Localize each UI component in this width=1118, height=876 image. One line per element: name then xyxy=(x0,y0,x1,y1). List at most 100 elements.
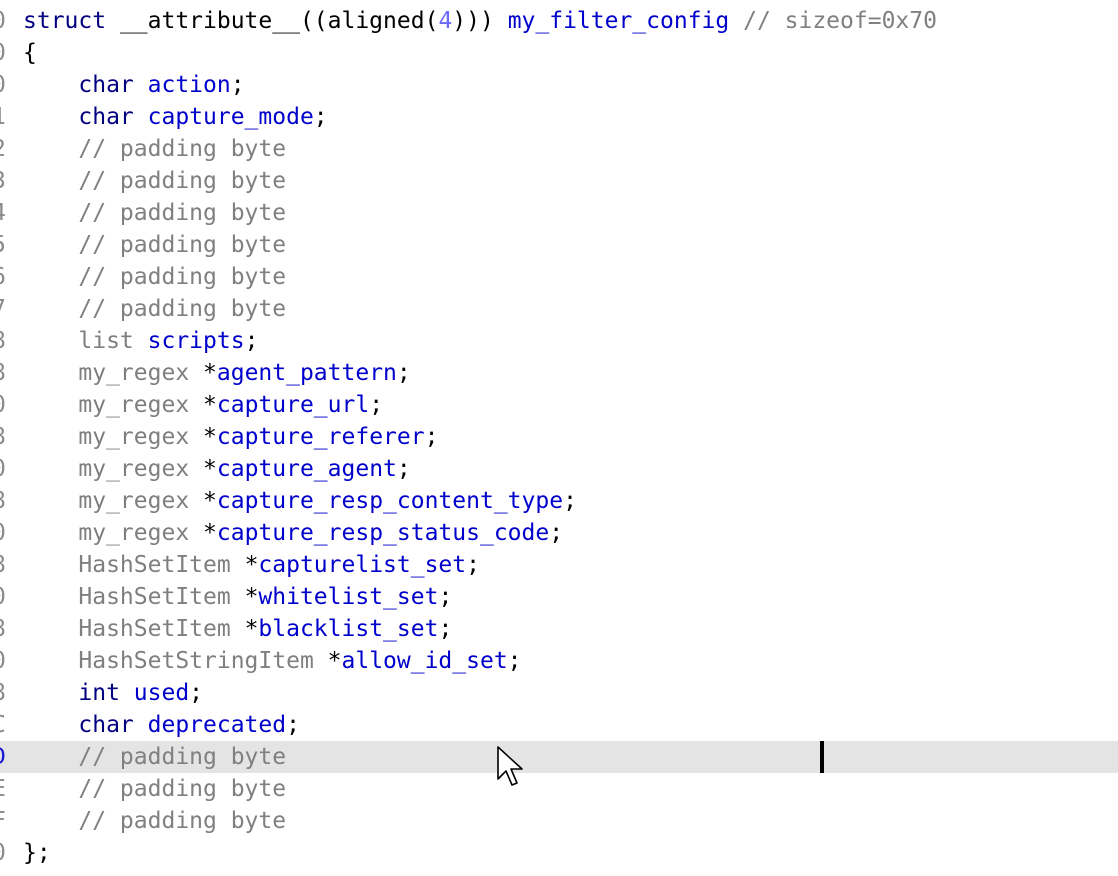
line-address-label: 0 xyxy=(0,645,6,677)
code-token: ; xyxy=(507,648,522,674)
code-text: char capture_mode; xyxy=(23,101,327,133)
code-token: char xyxy=(23,72,148,98)
code-token: whitelist_set xyxy=(258,584,439,610)
code-token: my_regex xyxy=(23,520,204,546)
code-token: capture_resp_content_type xyxy=(216,488,564,514)
code-text: // padding byte xyxy=(23,805,286,837)
code-line[interactable]: 8 HashSetItem *capturelist_set; xyxy=(0,549,1118,581)
line-address-label: 0 xyxy=(0,581,6,613)
code-line[interactable]: 8 my_regex *capture_referer; xyxy=(0,421,1118,453)
code-text: // padding byte xyxy=(23,229,286,261)
code-line[interactable]: F // padding byte xyxy=(0,805,1118,837)
code-token: * xyxy=(244,584,259,610)
code-token: ; xyxy=(230,72,245,98)
code-token: char xyxy=(23,712,148,738)
code-token: * xyxy=(244,616,259,642)
code-token: }; xyxy=(23,840,51,866)
line-address-label: 8 xyxy=(0,677,6,709)
code-line[interactable]: 8 my_regex *capture_resp_content_type; xyxy=(0,485,1118,517)
code-token: ; xyxy=(438,584,453,610)
code-token: 4 xyxy=(438,8,453,34)
code-token: HashSetStringItem xyxy=(23,648,328,674)
code-token: ; xyxy=(286,712,300,738)
line-address-label: 0 xyxy=(0,389,6,421)
code-token: ; xyxy=(549,520,564,546)
code-line[interactable]: 8 list scripts; xyxy=(0,325,1118,357)
code-token: // padding byte xyxy=(23,200,287,226)
line-address-label: 6 xyxy=(0,261,6,293)
code-token: int xyxy=(23,680,134,706)
code-token: ; xyxy=(563,488,577,514)
line-address-label: 0 xyxy=(0,5,6,37)
code-token: __attribute__((aligned( xyxy=(119,8,439,34)
code-line[interactable]: 4 // padding byte xyxy=(0,197,1118,229)
code-line[interactable]: 0 my_regex *capture_url; xyxy=(0,389,1118,421)
line-address-label: E xyxy=(0,773,6,805)
line-address-label: 8 xyxy=(0,549,6,581)
code-token: // padding byte xyxy=(23,232,287,258)
code-text: HashSetStringItem *allow_id_set; xyxy=(23,645,522,677)
code-line[interactable]: 1 char capture_mode; xyxy=(0,101,1118,133)
code-line[interactable]: 0 my_regex *capture_agent; xyxy=(0,453,1118,485)
code-text: HashSetItem *capturelist_set; xyxy=(23,549,480,581)
code-token: my_regex xyxy=(23,456,204,482)
code-token: // sizeof=0x70 xyxy=(729,8,937,34)
line-address-label: 8 xyxy=(0,613,6,645)
code-text: }; xyxy=(23,837,51,869)
code-text: my_regex *agent_pattern; xyxy=(23,357,411,389)
code-token: // padding byte xyxy=(23,776,287,802)
code-text: HashSetItem *blacklist_set; xyxy=(23,613,452,645)
code-token: capture_resp_status_code xyxy=(216,520,550,546)
code-text: // padding byte xyxy=(23,773,286,805)
code-text: // padding byte xyxy=(23,741,286,773)
code-token: ; xyxy=(189,680,204,706)
code-line[interactable]: 8 int used; xyxy=(0,677,1118,709)
code-line[interactable]: 3 // padding byte xyxy=(0,165,1118,197)
code-token: my_regex xyxy=(23,424,204,450)
current-code-line[interactable]: D // padding byte xyxy=(0,741,1118,773)
code-line[interactable]: 0 HashSetItem *whitelist_set; xyxy=(0,581,1118,613)
code-line[interactable]: 0 HashSetStringItem *allow_id_set; xyxy=(0,645,1118,677)
code-token: // padding byte xyxy=(23,296,287,322)
line-address-label: 5 xyxy=(0,229,6,261)
code-editor[interactable]: 0struct __attribute__((aligned(4))) my_f… xyxy=(0,0,1118,876)
code-line[interactable]: 6 // padding byte xyxy=(0,261,1118,293)
line-address-label: 0 xyxy=(0,453,6,485)
code-line[interactable]: 7 // padding byte xyxy=(0,293,1118,325)
code-line[interactable]: 0 my_regex *capture_resp_status_code; xyxy=(0,517,1118,549)
code-line[interactable]: E // padding byte xyxy=(0,773,1118,805)
code-token: my_filter_config xyxy=(507,8,730,34)
line-address-label: 0 xyxy=(0,69,6,101)
code-token: capture_agent xyxy=(216,456,397,482)
code-token: * xyxy=(203,456,217,482)
code-line[interactable]: 0{ xyxy=(0,37,1118,69)
code-text: my_regex *capture_agent; xyxy=(23,453,410,485)
code-token: // padding byte xyxy=(23,264,287,290)
code-token: * xyxy=(203,392,217,418)
code-token: // padding byte xyxy=(23,136,287,162)
code-token: ; xyxy=(466,552,480,578)
code-token: ; xyxy=(396,360,411,386)
code-text: { xyxy=(23,37,37,69)
code-line[interactable]: 5 // padding byte xyxy=(0,229,1118,261)
code-token: my_regex xyxy=(23,488,204,514)
code-text: my_regex *capture_resp_content_type; xyxy=(23,485,577,517)
code-line[interactable]: 8 HashSetItem *blacklist_set; xyxy=(0,613,1118,645)
code-text: char deprecated; xyxy=(23,709,300,741)
code-token: HashSetItem xyxy=(23,584,245,610)
code-line[interactable]: 8 my_regex *agent_pattern; xyxy=(0,357,1118,389)
code-token: list xyxy=(23,328,148,354)
mouse-pointer-icon xyxy=(497,746,523,786)
code-line[interactable]: 0}; xyxy=(0,837,1118,869)
line-address-label: 0 xyxy=(0,37,6,69)
line-address-label: 3 xyxy=(0,165,6,197)
code-line[interactable]: 0 char action; xyxy=(0,69,1118,101)
code-line[interactable]: 2 // padding byte xyxy=(0,133,1118,165)
code-token: capture_referer xyxy=(216,424,425,450)
code-token: capture_mode xyxy=(147,104,314,130)
code-line[interactable]: C char deprecated; xyxy=(0,709,1118,741)
code-token: deprecated xyxy=(147,712,287,738)
code-text: HashSetItem *whitelist_set; xyxy=(23,581,452,613)
code-token: // padding byte xyxy=(23,808,287,834)
code-line[interactable]: 0 struct __attribute__((aligned(4))) my_f… xyxy=(0,5,1118,37)
